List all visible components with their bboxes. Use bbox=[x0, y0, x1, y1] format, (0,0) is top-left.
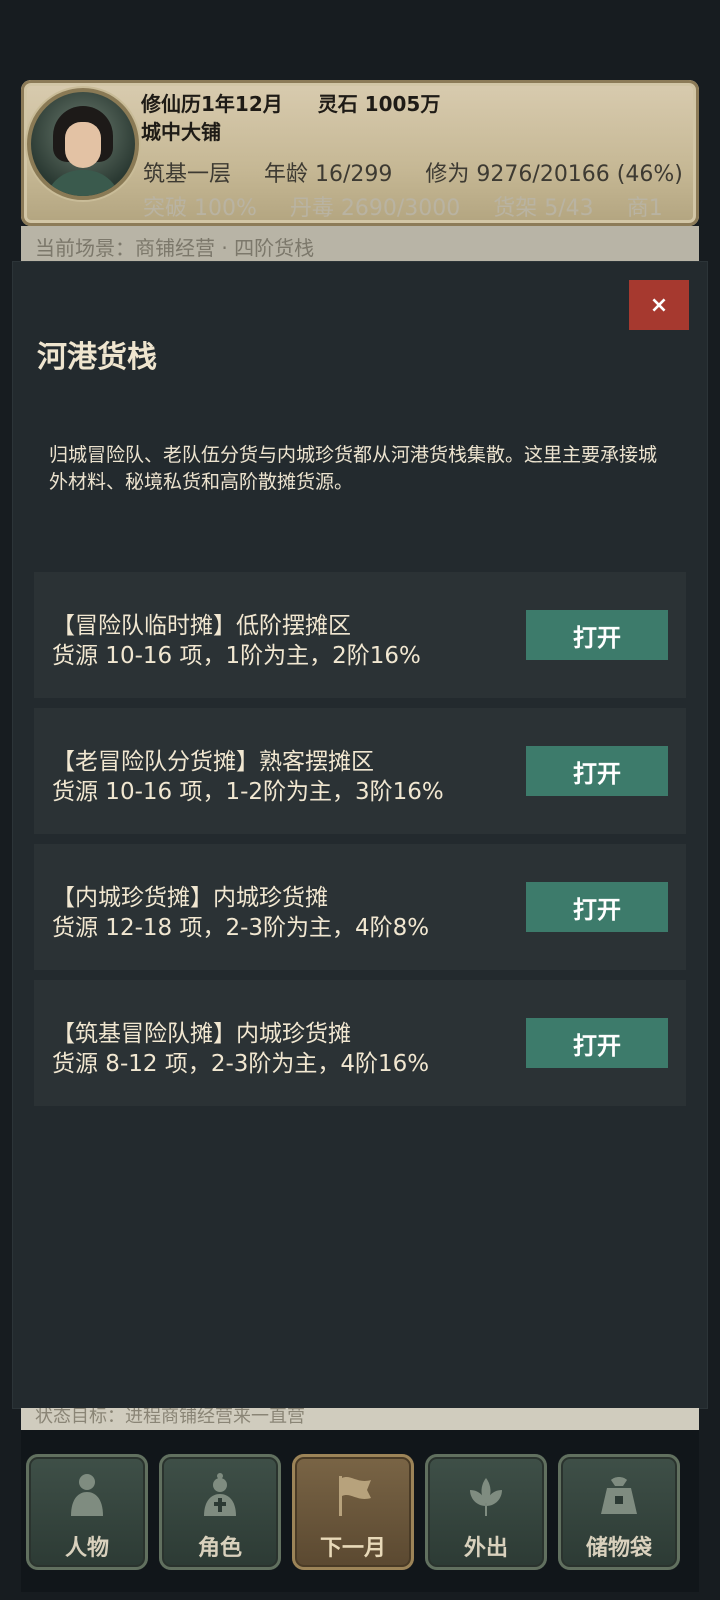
harbor-warehouse-modal: × 河港货栈 归城冒险队、老队伍分货与内城珍货都从河港货栈集散。这里主要承接城外… bbox=[13, 262, 707, 1408]
location-label: 城中大铺 bbox=[141, 120, 221, 144]
player-avatar[interactable] bbox=[27, 88, 139, 200]
stall-card-2: 【老冒险队分货摊】熟客摆摊区 货源 10-16 项，1-2阶为主，3阶16% 打… bbox=[34, 708, 686, 834]
person-icon bbox=[71, 1474, 103, 1516]
bottom-nav-bar: 人物 角色 下一月 外出 储物袋 bbox=[21, 1430, 699, 1592]
stall-source: 货源 12-18 项，2-3阶为主，4阶8% bbox=[52, 915, 430, 941]
nav-label: 外出 bbox=[463, 1536, 508, 1561]
stats-row-2: 突破 100% 丹毒 2690/3000 货架 5/43 商1 bbox=[143, 190, 689, 222]
cultivator-icon bbox=[204, 1473, 236, 1516]
status-strip: 状态目标：进程商铺经营来一直营 bbox=[21, 1408, 699, 1430]
open-stall-button-1[interactable]: 打开 bbox=[526, 610, 668, 660]
nav-label: 储物袋 bbox=[585, 1536, 652, 1561]
player-header: 修仙历1年12月 灵石 1005万 城中大铺 筑基一层 年龄 16/299 修为… bbox=[21, 80, 699, 306]
nav-label: 人物 bbox=[64, 1536, 109, 1561]
flag-icon bbox=[339, 1476, 371, 1516]
open-stall-button-2[interactable]: 打开 bbox=[526, 746, 668, 796]
lotus-icon bbox=[470, 1478, 502, 1516]
merchant-stat: 商1 bbox=[626, 196, 663, 221]
age-stat: 年龄 16/299 bbox=[264, 162, 393, 187]
open-stall-button-4[interactable]: 打开 bbox=[526, 1018, 668, 1068]
nav-person-button[interactable]: 人物 bbox=[26, 1454, 148, 1570]
nav-next-month-button[interactable]: 下一月 bbox=[292, 1454, 414, 1570]
stall-name: 【老冒险队分货摊】熟客摆摊区 bbox=[52, 749, 374, 775]
realm-stat: 筑基一层 bbox=[143, 162, 232, 187]
stall-name: 【筑基冒险队摊】内城珍货摊 bbox=[52, 1021, 351, 1047]
close-button[interactable]: × bbox=[629, 280, 689, 330]
spirit-stone-count: 灵石 1005万 bbox=[317, 92, 441, 116]
nav-character-button[interactable]: 角色 bbox=[159, 1454, 281, 1570]
nav-storage-bag-button[interactable]: 储物袋 bbox=[558, 1454, 680, 1570]
calendar-date: 修仙历1年12月 bbox=[141, 92, 283, 116]
cultivation-stat: 修为 9276/20166 (46%) bbox=[425, 162, 683, 187]
status-strip-text: 状态目标：进程商铺经营来一直营 bbox=[35, 1408, 305, 1427]
nav-label: 角色 bbox=[197, 1536, 242, 1561]
nav-go-out-button[interactable]: 外出 bbox=[425, 1454, 547, 1570]
scene-banner-text: 当前场景：商铺经营 · 四阶货栈 bbox=[35, 236, 315, 260]
shelf-stat: 货架 5/43 bbox=[493, 196, 594, 221]
stall-source: 货源 8-12 项，2-3阶为主，4阶16% bbox=[52, 1051, 430, 1077]
modal-title: 河港货栈 bbox=[37, 340, 157, 375]
stall-source: 货源 10-16 项，1阶为主，2阶16% bbox=[52, 643, 421, 669]
pill-toxicity-stat: 丹毒 2690/3000 bbox=[289, 196, 461, 221]
scene-banner: 当前场景：商铺经营 · 四阶货栈 bbox=[21, 226, 699, 262]
nav-label: 下一月 bbox=[319, 1536, 386, 1561]
stall-card-1: 【冒险队临时摊】低阶摆摊区 货源 10-16 项，1阶为主，2阶16% 打开 bbox=[34, 572, 686, 698]
stall-name: 【冒险队临时摊】低阶摆摊区 bbox=[52, 613, 351, 639]
modal-description: 归城冒险队、老队伍分货与内城珍货都从河港货栈集散。这里主要承接城外材料、秘境私货… bbox=[49, 444, 658, 493]
open-stall-button-3[interactable]: 打开 bbox=[526, 882, 668, 932]
header-top-line: 修仙历1年12月 灵石 1005万 bbox=[141, 88, 468, 117]
stall-card-3: 【内城珍货摊】内城珍货摊 货源 12-18 项，2-3阶为主，4阶8% 打开 bbox=[34, 844, 686, 970]
stall-source: 货源 10-16 项，1-2阶为主，3阶16% bbox=[52, 779, 444, 805]
bag-icon bbox=[601, 1477, 637, 1514]
stall-name: 【内城珍货摊】内城珍货摊 bbox=[52, 885, 328, 911]
stats-row-1: 筑基一层 年龄 16/299 修为 9276/20166 (46%) bbox=[143, 156, 709, 188]
breakthrough-stat: 突破 100% bbox=[143, 196, 257, 221]
stall-card-4: 【筑基冒险队摊】内城珍货摊 货源 8-12 项，2-3阶为主，4阶16% 打开 bbox=[34, 980, 686, 1106]
